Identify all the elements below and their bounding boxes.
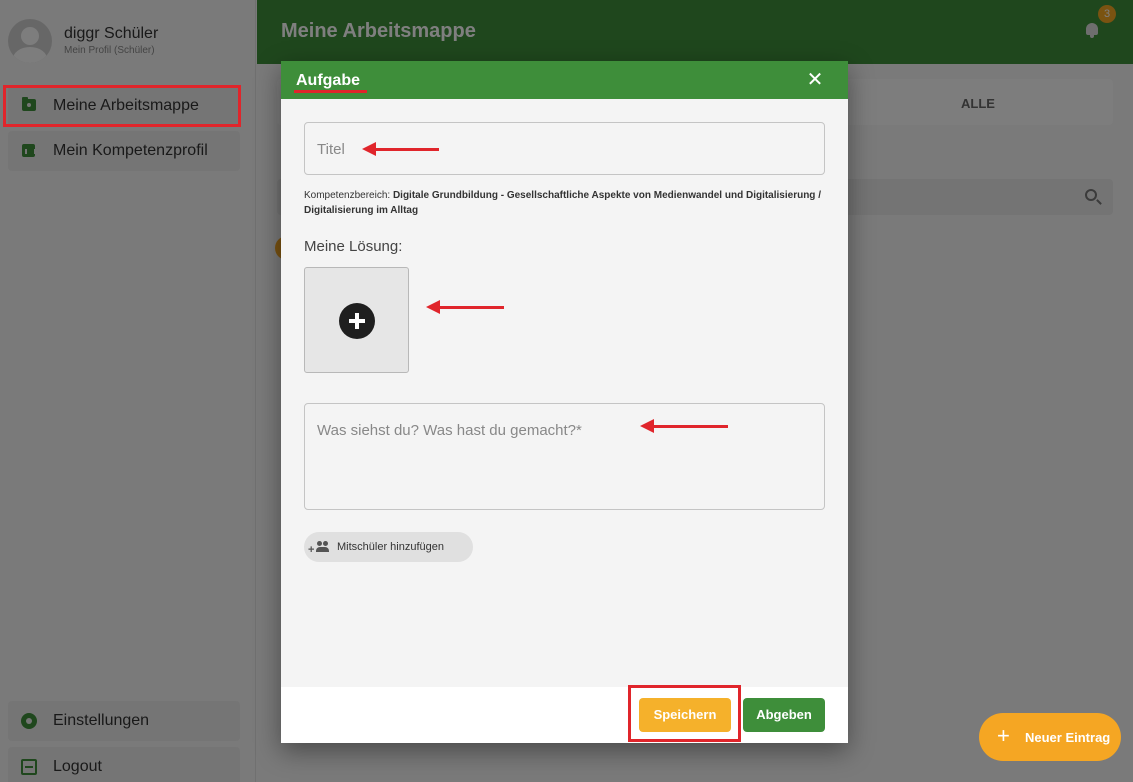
add-classmates-label: Mitschüler hinzufügen [337, 541, 445, 553]
annotation-arrow [640, 419, 728, 433]
group-add-icon: + [308, 541, 330, 556]
description-textarea[interactable]: Was siehst du? Was hast du gemacht?* [304, 403, 825, 510]
competence-label: Kompetenzbereich: [304, 190, 393, 201]
new-entry-label: Neuer Eintrag [1025, 730, 1111, 745]
dialog-header: Aufgabe ✕ [281, 61, 848, 99]
dialog-title: Aufgabe [296, 72, 360, 89]
close-icon[interactable]: ✕ [805, 70, 825, 90]
add-classmates-button[interactable]: + Mitschüler hinzufügen [304, 532, 473, 562]
annotation-arrow [426, 300, 504, 314]
plus-icon: + [997, 723, 1010, 748]
annotation-highlight-save [628, 685, 741, 742]
dialog-footer: Speichern Abgeben [281, 687, 848, 743]
description-placeholder: Was siehst du? Was hast du gemacht?* [317, 422, 582, 439]
solution-label: Meine Lösung: [304, 238, 403, 255]
annotation-arrow [362, 142, 439, 156]
new-entry-button[interactable]: + Neuer Eintrag [979, 713, 1121, 761]
upload-solution-button[interactable] [304, 267, 409, 373]
add-circle-icon [339, 303, 375, 339]
annotation-underline [294, 90, 367, 93]
annotation-highlight-arbeitsmappe [3, 85, 241, 127]
title-placeholder: Titel [317, 141, 345, 158]
task-dialog: Aufgabe ✕ Titel Kompetenzbereich: Digita… [281, 61, 848, 743]
competence-area: Kompetenzbereich: Digitale Grundbildung … [304, 188, 825, 218]
submit-button[interactable]: Abgeben [743, 698, 825, 732]
